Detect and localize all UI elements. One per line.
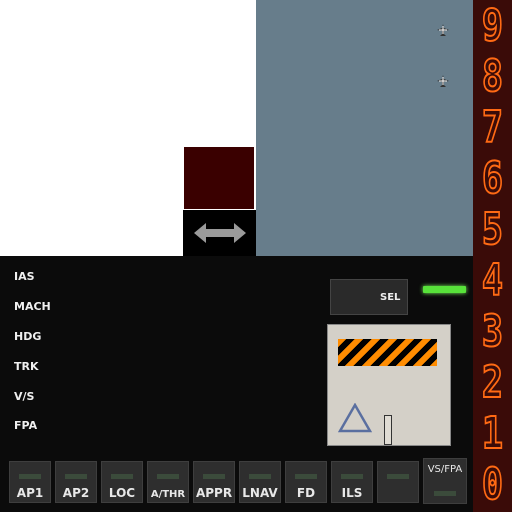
- altitude-digit: 1: [481, 408, 504, 459]
- altitude-digit: 5: [481, 204, 504, 255]
- navigation-map[interactable]: [256, 0, 473, 256]
- button-indicator: [157, 474, 179, 479]
- aircraft-icon: [437, 75, 449, 87]
- mode-label-hdg[interactable]: HDG: [14, 330, 41, 343]
- aircraft-icon: [437, 24, 449, 36]
- blank-button[interactable]: [377, 461, 419, 503]
- button-label: LOC: [108, 486, 136, 500]
- lnav-button[interactable]: LNAV: [239, 461, 281, 503]
- vs-fpa-label: VS/FPA: [427, 464, 463, 475]
- button-label: LNAV: [242, 486, 278, 500]
- button-label: AP1: [16, 486, 44, 500]
- button-indicator: [19, 474, 41, 479]
- altitude-digit: 6: [481, 153, 504, 204]
- button-indicator: [387, 474, 409, 479]
- swap-button[interactable]: [183, 210, 256, 256]
- altitude-digit: 9: [481, 0, 504, 51]
- triangle-icon: [338, 403, 372, 433]
- altitude-digit: 4: [481, 255, 504, 306]
- landing-gear-panel: [327, 324, 451, 446]
- gear-lever[interactable]: [384, 415, 392, 445]
- button-indicator: [111, 474, 133, 479]
- ap2-button[interactable]: AP2: [55, 461, 97, 503]
- altitude-tape[interactable]: 9 8 7 6 5 4 3 2 1 0: [473, 0, 512, 512]
- altitude-digit: 8: [481, 51, 504, 102]
- altitude-digit: 0: [481, 459, 504, 510]
- hazard-stripe: [338, 339, 437, 366]
- appr-button[interactable]: APPR: [193, 461, 235, 503]
- ap1-button[interactable]: AP1: [9, 461, 51, 503]
- mode-label-ias[interactable]: IAS: [14, 270, 35, 283]
- button-indicator: [295, 474, 317, 479]
- status-light: [423, 286, 466, 293]
- button-indicator: [249, 474, 271, 479]
- athr-button[interactable]: A/THR: [147, 461, 189, 503]
- button-indicator: [203, 474, 225, 479]
- altitude-digit: 7: [481, 102, 504, 153]
- button-label: FD: [296, 486, 316, 500]
- mode-label-vs[interactable]: V/S: [14, 390, 34, 403]
- button-label: APPR: [195, 486, 233, 500]
- button-indicator: [434, 491, 456, 496]
- loc-button[interactable]: LOC: [101, 461, 143, 503]
- double-arrow-icon: [193, 223, 246, 243]
- mode-label-trk[interactable]: TRK: [14, 360, 39, 373]
- mode-label-mach[interactable]: MACH: [14, 300, 51, 313]
- button-label: A/THR: [150, 489, 186, 500]
- button-indicator: [341, 474, 363, 479]
- fd-button[interactable]: FD: [285, 461, 327, 503]
- warning-indicator[interactable]: [184, 147, 254, 209]
- vs-fpa-button[interactable]: VS/FPA: [423, 458, 467, 504]
- altitude-digit: 2: [481, 357, 504, 408]
- sel-button[interactable]: SEL: [330, 279, 408, 315]
- ils-button[interactable]: ILS: [331, 461, 373, 503]
- sel-button-label: SEL: [380, 292, 401, 303]
- button-label: AP2: [62, 486, 90, 500]
- button-indicator: [65, 474, 87, 479]
- button-label: ILS: [341, 486, 363, 500]
- mode-label-fpa[interactable]: FPA: [14, 419, 37, 432]
- altitude-digit: 3: [481, 306, 504, 357]
